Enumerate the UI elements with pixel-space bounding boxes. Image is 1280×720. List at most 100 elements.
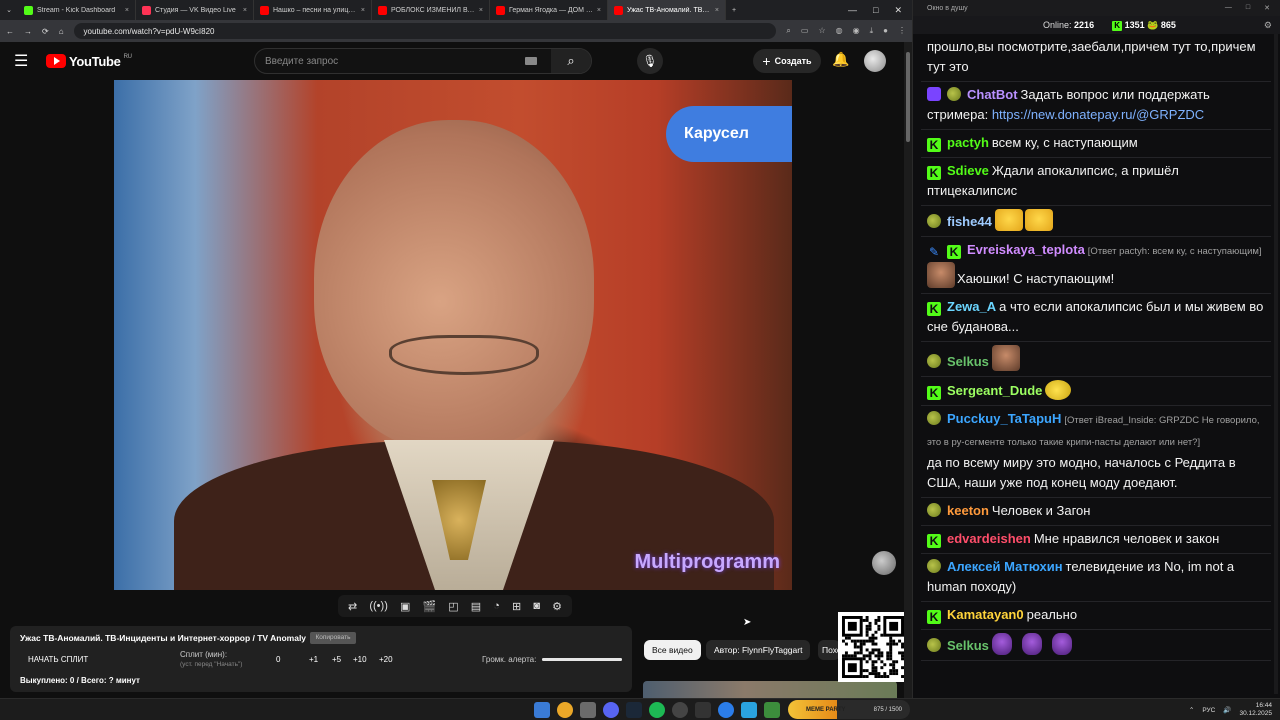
- url-field[interactable]: youtube.com/watch?v=pdU-W9cI820: [73, 23, 777, 39]
- chat-username[interactable]: Selkus: [947, 354, 989, 369]
- create-button[interactable]: + Создать: [753, 49, 821, 73]
- reload-icon[interactable]: ⟳: [42, 27, 49, 36]
- maximize-icon[interactable]: □: [873, 5, 878, 16]
- close-icon[interactable]: ✕: [894, 5, 902, 16]
- chat-username[interactable]: fishe44: [947, 214, 992, 229]
- screenshot-icon[interactable]: ◙: [533, 600, 540, 612]
- forward-icon[interactable]: →: [24, 27, 32, 36]
- chip-all-videos[interactable]: Все видео: [644, 640, 701, 660]
- spotify-icon[interactable]: [649, 702, 665, 718]
- meme-party-widget[interactable]: MEME PARTY 875 / 1500: [788, 700, 910, 719]
- back-icon[interactable]: ←: [6, 27, 14, 36]
- chat-message[interactable]: K Sergeant_Dude: [921, 377, 1271, 406]
- film-icon[interactable]: ▤: [471, 600, 481, 613]
- microphone-icon[interactable]: 🎙: [637, 48, 663, 74]
- chat-username[interactable]: ChatBot: [967, 87, 1018, 102]
- start-split-button[interactable]: НАЧАТЬ СПЛИТ: [28, 655, 88, 664]
- speed-icon[interactable]: ◔: [493, 600, 500, 612]
- chat-username[interactable]: Sergeant_Dude: [947, 383, 1042, 398]
- clock[interactable]: 16:44 30.12.2025: [1239, 702, 1272, 718]
- loop-icon[interactable]: ⇄: [348, 600, 357, 613]
- alert-volume-slider[interactable]: [542, 658, 622, 661]
- settings-gear-icon[interactable]: ⚙: [552, 600, 562, 613]
- chat-username[interactable]: edvardeishen: [947, 531, 1031, 546]
- new-tab-button[interactable]: +: [726, 7, 742, 14]
- chat-message[interactable]: Pucckuy_TaTapuH [Ответ iBread_Inside: GRP…: [921, 406, 1271, 498]
- keyboard-icon[interactable]: [525, 57, 537, 65]
- close-icon[interactable]: ✕: [1264, 4, 1270, 12]
- chat-username[interactable]: pactyh: [947, 135, 989, 150]
- bookmark-icon[interactable]: ☆: [818, 26, 825, 36]
- page-scrollbar[interactable]: [904, 42, 912, 698]
- tab-close-icon[interactable]: ×: [361, 7, 365, 14]
- clapper-icon[interactable]: 🎬: [422, 600, 436, 613]
- chat-message[interactable]: Kedvardeishen Мне нравился человек и зако…: [921, 526, 1271, 554]
- chat-message[interactable]: ✎ K Evreiskaya_teplota [Ответ pactyh: всем …: [921, 237, 1271, 294]
- tab-close-icon[interactable]: ×: [243, 7, 247, 14]
- tab-close-icon[interactable]: ×: [125, 7, 129, 14]
- increment-20-button[interactable]: +20: [379, 655, 393, 664]
- tray-chevron-icon[interactable]: ⌃: [1189, 706, 1194, 714]
- chat-message[interactable]: K Sdieve Ждали апокалипсис, а пришёл птице…: [921, 158, 1271, 206]
- cast-icon[interactable]: ▭: [801, 26, 809, 36]
- chat-link[interactable]: https://new.donatepay.ru/@GRPZDC: [992, 107, 1204, 122]
- browser-tab[interactable]: Нашко – песни на улицах; аре ×: [254, 0, 372, 20]
- screen-icon[interactable]: ▣: [400, 600, 410, 613]
- chat-username[interactable]: Pucckuy_TaTapuH: [947, 411, 1061, 426]
- chat-message[interactable]: Selkus: [921, 342, 1271, 377]
- discord-icon[interactable]: [603, 702, 619, 718]
- split-value[interactable]: 0: [276, 655, 280, 664]
- search-box[interactable]: Введите запрос ⌕: [254, 48, 592, 74]
- chat-message[interactable]: Алексей Матюхин телевидение из No, im not…: [921, 554, 1271, 602]
- chat-username[interactable]: Evreiskaya_teplota: [967, 242, 1085, 257]
- chat-message[interactable]: fishe44: [921, 206, 1271, 237]
- telegram-icon[interactable]: [741, 702, 757, 718]
- broadcast-icon[interactable]: ((•)): [369, 600, 388, 612]
- extension-icon[interactable]: ◉: [853, 26, 860, 36]
- extension-icon[interactable]: ◍: [836, 26, 843, 36]
- chat-username[interactable]: Selkus: [947, 638, 989, 653]
- chat-username[interactable]: Sdieve: [947, 163, 989, 178]
- minimize-icon[interactable]: —: [848, 5, 857, 16]
- video-player[interactable]: Карусел Multiprogramm: [114, 80, 792, 590]
- player-icon[interactable]: [718, 702, 734, 718]
- increment-10-button[interactable]: +10: [353, 655, 367, 664]
- profile-icon[interactable]: ●: [883, 26, 888, 36]
- chrome-icon[interactable]: [557, 702, 573, 718]
- start-icon[interactable]: [534, 702, 550, 718]
- chat-settings-icon[interactable]: ⚙: [1264, 20, 1280, 31]
- menu-icon[interactable]: ⋮: [898, 26, 906, 36]
- obs-icon[interactable]: [672, 702, 688, 718]
- chat-message[interactable]: ChatBot Задать вопрос или поддержать стри…: [921, 82, 1271, 130]
- chat-message[interactable]: Selkus: [921, 630, 1271, 661]
- browser-tab[interactable]: Ужас ТВ-Аномалий. ТВ-Инц ×: [608, 0, 726, 20]
- zoom-icon[interactable]: ⌕: [786, 26, 790, 36]
- home-icon[interactable]: ⌂: [59, 27, 64, 36]
- notifications-bell-icon[interactable]: 🔔: [832, 51, 849, 68]
- hamburger-menu-icon[interactable]: ☰: [14, 51, 38, 71]
- search-input[interactable]: Введите запрос: [255, 56, 525, 67]
- video-thumbnail[interactable]: [643, 681, 897, 698]
- minimize-icon[interactable]: —: [1225, 4, 1232, 12]
- chat-scrollbar[interactable]: [1274, 34, 1278, 694]
- tab-close-icon[interactable]: ×: [715, 7, 719, 14]
- tab-close-icon[interactable]: ×: [479, 7, 483, 14]
- increment-1-button[interactable]: +1: [309, 655, 318, 664]
- volume-icon[interactable]: 🔊: [1223, 706, 1231, 714]
- browser-tab[interactable]: РОБЛОКС ИЗМЕНИЛ ВСЮ МОЮ ×: [372, 0, 490, 20]
- chat-username[interactable]: Алексей Матюхин: [947, 559, 1063, 574]
- chat-message[interactable]: keeton Человек и Загон: [921, 498, 1271, 526]
- account-avatar[interactable]: [864, 50, 886, 72]
- search-icon[interactable]: ⌕: [551, 49, 591, 73]
- tab-search-icon[interactable]: ⌄: [0, 6, 18, 14]
- pip-icon[interactable]: ◰: [448, 600, 458, 613]
- chat-username[interactable]: Zewa_A: [947, 299, 996, 314]
- app-icon[interactable]: [695, 702, 711, 718]
- download-icon[interactable]: ⤓: [870, 26, 874, 36]
- tab-close-icon[interactable]: ×: [597, 7, 601, 14]
- app-icon[interactable]: [764, 702, 780, 718]
- language-indicator[interactable]: РУС: [1202, 707, 1215, 714]
- browser-tab[interactable]: Герман Ягодка — ДОМ 2 и ал ×: [490, 0, 608, 20]
- chip-related[interactable]: Похожие: [818, 640, 840, 660]
- chat-username[interactable]: keeton: [947, 503, 989, 518]
